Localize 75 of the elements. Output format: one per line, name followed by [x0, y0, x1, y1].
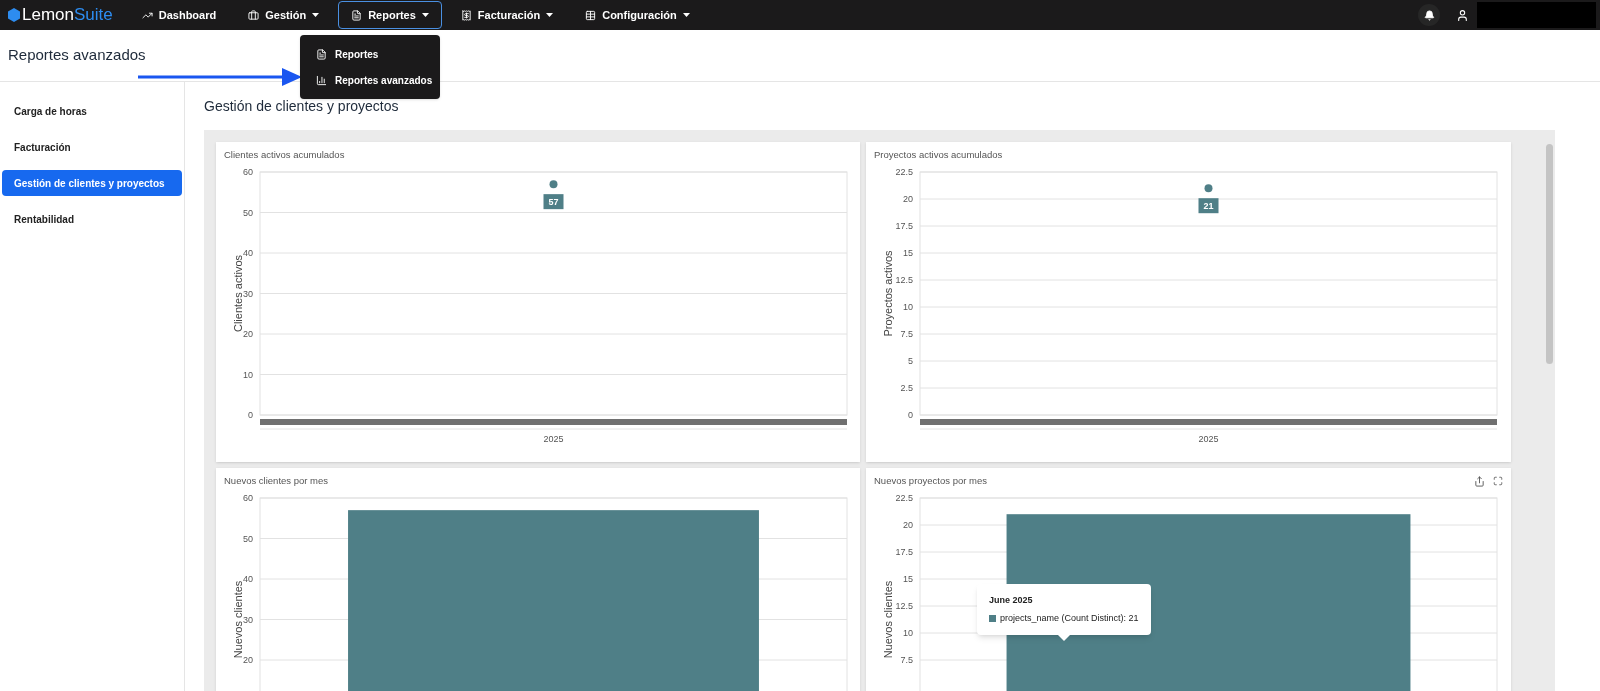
- notification-button[interactable]: [1418, 4, 1440, 26]
- fullscreen-icon[interactable]: [1493, 475, 1503, 486]
- axis-tick-label: 20: [243, 655, 253, 665]
- axis-tick-label: 10: [903, 302, 913, 312]
- axis-tick-label: 22.5: [895, 493, 913, 503]
- legend-swatch: [989, 614, 996, 622]
- axis-tick-label: 7.5: [900, 655, 913, 665]
- share-icon[interactable]: [1474, 475, 1485, 487]
- axis-tick-label: 2025: [1198, 434, 1219, 444]
- axis-tick-label: 12.5: [895, 275, 913, 285]
- document-icon: [316, 48, 327, 60]
- data-label: 57: [543, 194, 564, 210]
- data-label: 21: [1198, 198, 1219, 214]
- axis-tick-label: 15: [903, 574, 913, 584]
- logo-text: LemonSuite: [22, 4, 113, 27]
- receipt-icon: [460, 9, 472, 21]
- bell-icon: [1423, 9, 1435, 21]
- axis-tick-label: 30: [243, 614, 253, 625]
- chart-title: Proyectos activos acumulados: [874, 147, 1003, 162]
- axis-tick-label: 15: [903, 248, 913, 258]
- user-icon[interactable]: [1456, 8, 1469, 22]
- tooltip-text: projects_name (Count Distinct): 21: [1000, 611, 1139, 625]
- axis-tick-label: 7.5: [900, 329, 913, 339]
- axis-tick-label: 20: [903, 194, 913, 204]
- data-label: 21: [1203, 201, 1214, 212]
- axis-tick-label: 17.5: [895, 221, 913, 231]
- axis-tick-label: 17.5: [895, 547, 913, 557]
- axis-tick-label: 2.5: [900, 383, 913, 393]
- nav-menu-item[interactable]: Dashboard: [128, 1, 230, 29]
- page-title: Reportes avanzados: [8, 45, 146, 66]
- axis-tick-label: 2025: [543, 434, 564, 444]
- axis-tick-label: 12.5: [895, 601, 913, 611]
- section-title: Gestión de clientes y proyectos: [204, 96, 399, 116]
- axis-tick-label: 20: [903, 520, 913, 530]
- nav-menu-item[interactable]: Configuración: [572, 1, 703, 29]
- nav-menu-item[interactable]: Gestión: [235, 1, 333, 29]
- sidebar-item[interactable]: Facturación: [2, 134, 182, 160]
- axis-tick-label: 50: [243, 207, 253, 218]
- data-point: [1204, 184, 1213, 193]
- logo-icon: [8, 8, 20, 22]
- axis-tick-label: 22.5: [895, 167, 913, 177]
- document-icon: [351, 9, 363, 21]
- nav-menu-item[interactable]: Facturación: [447, 1, 567, 29]
- axis-tick-label: 0: [908, 410, 913, 420]
- axis-tick-label: 20: [243, 329, 253, 339]
- axis-tick-label: 40: [243, 574, 253, 584]
- axis-tick-label: 60: [243, 493, 253, 503]
- tooltip-title: June 2025: [989, 594, 1034, 607]
- axis-tick-label: 50: [243, 533, 253, 544]
- axis-title: Nuevos clientes: [882, 580, 894, 659]
- axis-title: Clientes activos: [232, 255, 244, 332]
- axis-tick-label: 30: [243, 288, 253, 299]
- data-point: [549, 180, 558, 189]
- dropdown-item[interactable]: Reportes avanzados: [300, 67, 440, 93]
- axis-tick-label: 40: [243, 248, 253, 258]
- sidebar-item[interactable]: Gestión de clientes y proyectos: [2, 170, 182, 196]
- axis-tick-label: 60: [243, 167, 253, 177]
- dropdown-item[interactable]: Reportes: [300, 41, 440, 67]
- axis-tick-label: 10: [903, 628, 913, 638]
- chart-title: Clientes activos acumulados: [224, 147, 345, 162]
- chart-title: Nuevos clientes por mes: [224, 473, 329, 488]
- axis-tick-label: 0: [248, 410, 253, 420]
- axis-title: Proyectos activos: [882, 250, 894, 337]
- axis-title: Nuevos clientes: [232, 580, 244, 659]
- chart-icon: [316, 74, 327, 86]
- table-icon: [585, 9, 597, 21]
- data-label: 57: [548, 197, 559, 208]
- axis-tick-label: 10: [243, 369, 253, 380]
- briefcase-icon: [248, 9, 260, 21]
- sidebar-item[interactable]: Carga de horas: [2, 98, 182, 124]
- scrollbar[interactable]: [1546, 144, 1553, 364]
- chart-title: Nuevos proyectos por mes: [874, 473, 987, 488]
- sidebar-item[interactable]: Rentabilidad: [2, 206, 182, 232]
- axis-tick-label: 5: [908, 356, 913, 366]
- nav-menu-item[interactable]: Reportes: [338, 1, 442, 29]
